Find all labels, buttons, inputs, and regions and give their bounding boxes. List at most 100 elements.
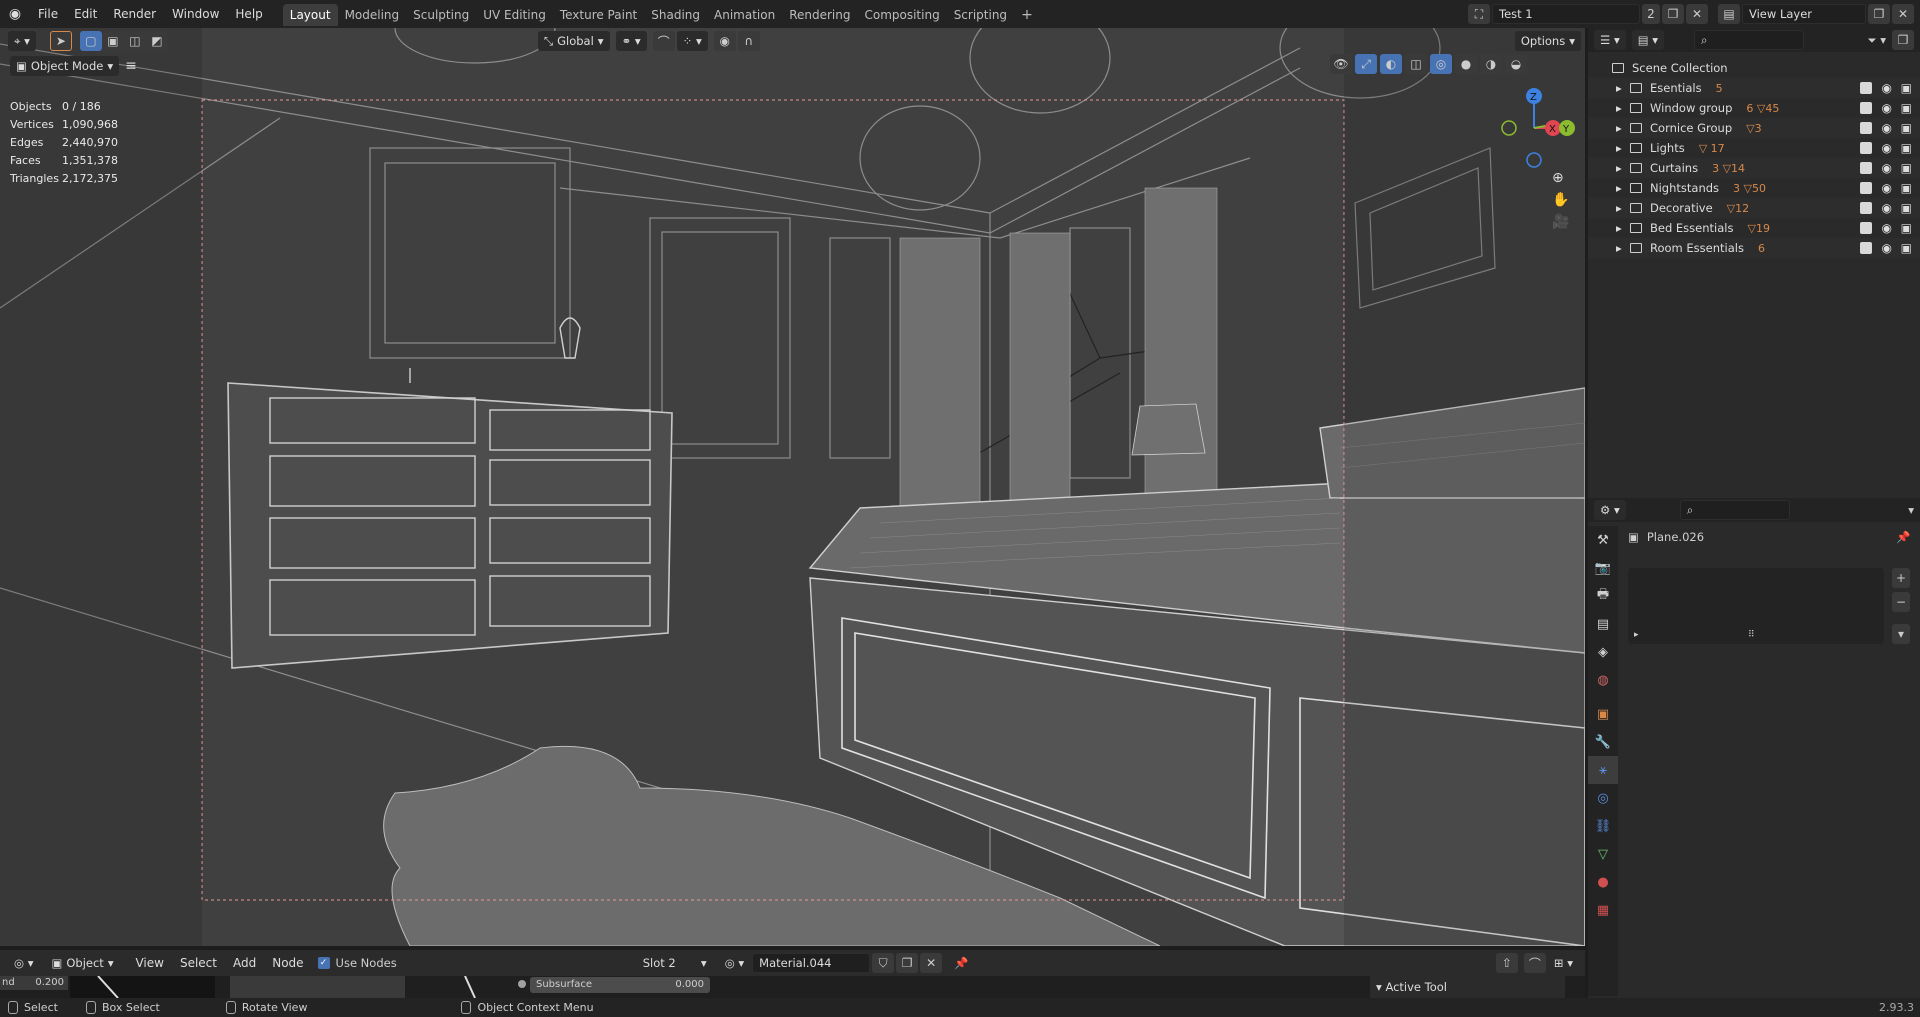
- select-tool-icon[interactable]: ➤: [49, 31, 72, 51]
- properties-options-icon[interactable]: ▾: [1908, 503, 1914, 517]
- properties-editor-type[interactable]: ⚙ ▾: [1594, 500, 1626, 520]
- pin-node-tree-icon[interactable]: 📌: [954, 956, 968, 970]
- visibility-icon[interactable]: 👁: [1330, 54, 1352, 74]
- expand-arrow-icon[interactable]: ▸: [1616, 221, 1630, 235]
- expand-arrow-icon[interactable]: ▸: [1616, 201, 1630, 215]
- collection-row[interactable]: ▸ Lights ▽ 17 ◉ ▣: [1588, 138, 1920, 158]
- modifier-tab-icon[interactable]: 🔧: [1588, 728, 1618, 756]
- render-camera-icon[interactable]: ▣: [1901, 241, 1912, 255]
- material-browse-icon[interactable]: ◎ ▾: [718, 953, 751, 973]
- new-collection-icon[interactable]: ❐: [1892, 30, 1914, 50]
- menu-render[interactable]: Render: [105, 0, 164, 28]
- tab-sculpting[interactable]: Sculpting: [406, 4, 476, 26]
- tab-compositing[interactable]: Compositing: [857, 4, 946, 26]
- tab-uv-editing[interactable]: UV Editing: [476, 4, 553, 26]
- expand-arrow-icon[interactable]: ▸: [1616, 241, 1630, 255]
- gizmo-toggle-icon[interactable]: ⤢: [1355, 54, 1377, 74]
- view-layer-tab-icon[interactable]: ▤: [1588, 610, 1618, 638]
- expand-arrow-icon[interactable]: ▸: [1616, 101, 1630, 115]
- outliner-editor-type[interactable]: ☰ ▾: [1594, 30, 1626, 50]
- node-snap-dropdown[interactable]: ⊞ ▾: [1547, 953, 1579, 973]
- filter-icon[interactable]: ⏷ ▾: [1867, 33, 1886, 48]
- properties-search-input[interactable]: ⌕: [1679, 500, 1790, 520]
- eye-icon[interactable]: ◉: [1882, 81, 1892, 95]
- eye-icon[interactable]: ◉: [1882, 241, 1892, 255]
- scene-icon[interactable]: ⛶: [1468, 4, 1490, 24]
- exclude-checkbox[interactable]: [1860, 202, 1872, 214]
- collection-row[interactable]: ▸ Room Essentials 6 ◉ ▣: [1588, 238, 1920, 258]
- camera-view-icon[interactable]: 🎥: [1552, 214, 1569, 230]
- node-snap-icon[interactable]: ⌒: [1523, 953, 1546, 973]
- eye-icon[interactable]: ◉: [1882, 181, 1892, 195]
- shading-material-icon[interactable]: ◑: [1480, 54, 1502, 74]
- collection-row[interactable]: ▸ Esentials 5 ◉ ▣: [1588, 78, 1920, 98]
- socket-icon[interactable]: [518, 980, 526, 988]
- world-tab-icon[interactable]: ◍: [1588, 666, 1618, 694]
- proportional-edit-icon[interactable]: ◉: [713, 31, 736, 51]
- eye-icon[interactable]: ◉: [1882, 201, 1892, 215]
- object-tab-icon[interactable]: ▣: [1588, 700, 1618, 728]
- scene-users-count[interactable]: 2: [1642, 4, 1660, 24]
- use-nodes-checkbox[interactable]: ✓ Use Nodes: [317, 956, 397, 970]
- unlink-material-icon[interactable]: ✕: [920, 953, 943, 973]
- outliner-display-mode[interactable]: ▤ ▾: [1631, 30, 1665, 50]
- tab-scripting[interactable]: Scripting: [947, 4, 1014, 26]
- new-view-layer-icon[interactable]: ❐: [1868, 4, 1890, 24]
- xray-icon[interactable]: ◫: [1405, 54, 1427, 74]
- render-camera-icon[interactable]: ▣: [1901, 141, 1912, 155]
- snap-icon[interactable]: ⌒: [652, 31, 675, 51]
- eye-icon[interactable]: ◉: [1882, 221, 1892, 235]
- expand-arrow-icon[interactable]: ▸: [1616, 81, 1630, 95]
- duplicate-scene-icon[interactable]: ❐: [1662, 4, 1684, 24]
- select-mode-new-icon[interactable]: ▢: [79, 31, 102, 51]
- object-mode-dropdown[interactable]: ▣ Object Mode ▾: [10, 56, 120, 76]
- material-tab-icon[interactable]: ●: [1588, 868, 1618, 896]
- select-mode-subtract-icon[interactable]: ◫: [123, 31, 146, 51]
- menu-window[interactable]: Window: [164, 0, 227, 28]
- collection-row[interactable]: ▸ Window group 6 ▽45 ◉ ▣: [1588, 98, 1920, 118]
- render-camera-icon[interactable]: ▣: [1901, 101, 1912, 115]
- expand-arrow-icon[interactable]: ▸: [1616, 161, 1630, 175]
- shading-rendered-icon[interactable]: ◒: [1505, 54, 1527, 74]
- material-slot-list[interactable]: ▸ ⠿: [1628, 568, 1884, 644]
- scene-tab-icon[interactable]: ◈: [1588, 638, 1618, 666]
- eye-icon[interactable]: ◉: [1882, 161, 1892, 175]
- orientation-dropdown[interactable]: ⤡ Global ▾: [537, 31, 610, 51]
- resize-handle-icon[interactable]: ⠿: [1748, 630, 1755, 640]
- node-value-field[interactable]: nd 0.200: [0, 976, 68, 990]
- exclude-checkbox[interactable]: [1860, 182, 1872, 194]
- tab-texture-paint[interactable]: Texture Paint: [553, 4, 644, 26]
- overlays-icon[interactable]: ◐: [1380, 54, 1402, 74]
- eye-icon[interactable]: ◉: [1882, 121, 1892, 135]
- expand-arrow-icon[interactable]: ▸: [1634, 630, 1639, 640]
- node-editor-type[interactable]: ◎ ▾: [8, 953, 40, 973]
- exclude-checkbox[interactable]: [1860, 242, 1872, 254]
- particles-tab-icon[interactable]: ⚹: [1588, 756, 1618, 784]
- node-editor-canvas[interactable]: nd 0.200 Subsurface 0.000 ▾ Active Tool: [0, 976, 1585, 998]
- view-layer-field[interactable]: View Layer: [1742, 4, 1866, 24]
- parent-node-tree-icon[interactable]: ⇧: [1495, 953, 1518, 973]
- blender-logo-icon[interactable]: ◉: [0, 6, 30, 22]
- tab-modeling[interactable]: Modeling: [338, 4, 407, 26]
- menu-edit[interactable]: Edit: [66, 0, 105, 28]
- slot-specials-icon[interactable]: ▾: [1892, 624, 1910, 644]
- node-menu-node[interactable]: Node: [264, 949, 311, 977]
- scene-name-field[interactable]: Test 1: [1492, 4, 1640, 24]
- pivot-dropdown[interactable]: ⚭ ▾: [615, 31, 647, 51]
- snap-target-dropdown[interactable]: ⁘ ▾: [676, 31, 708, 51]
- duplicate-material-icon[interactable]: ❐: [896, 953, 919, 973]
- collection-row[interactable]: ▸ Decorative ▽12 ◉ ▣: [1588, 198, 1920, 218]
- zoom-icon[interactable]: ⊕: [1552, 170, 1569, 186]
- menu-help[interactable]: Help: [227, 0, 270, 28]
- delete-view-layer-icon[interactable]: ✕: [1892, 4, 1914, 24]
- node-menu-add[interactable]: Add: [225, 949, 264, 977]
- shading-wireframe-icon[interactable]: ◎: [1430, 54, 1452, 74]
- exclude-checkbox[interactable]: [1860, 142, 1872, 154]
- constraints-tab-icon[interactable]: ⛓: [1588, 812, 1618, 840]
- slot-dropdown[interactable]: Slot 2 ▾: [636, 953, 713, 973]
- add-slot-icon[interactable]: +: [1892, 568, 1910, 588]
- output-tab-icon[interactable]: 🖶: [1588, 582, 1618, 610]
- data-tab-icon[interactable]: ▽: [1588, 840, 1618, 868]
- exclude-checkbox[interactable]: [1860, 122, 1872, 134]
- exclude-checkbox[interactable]: [1860, 102, 1872, 114]
